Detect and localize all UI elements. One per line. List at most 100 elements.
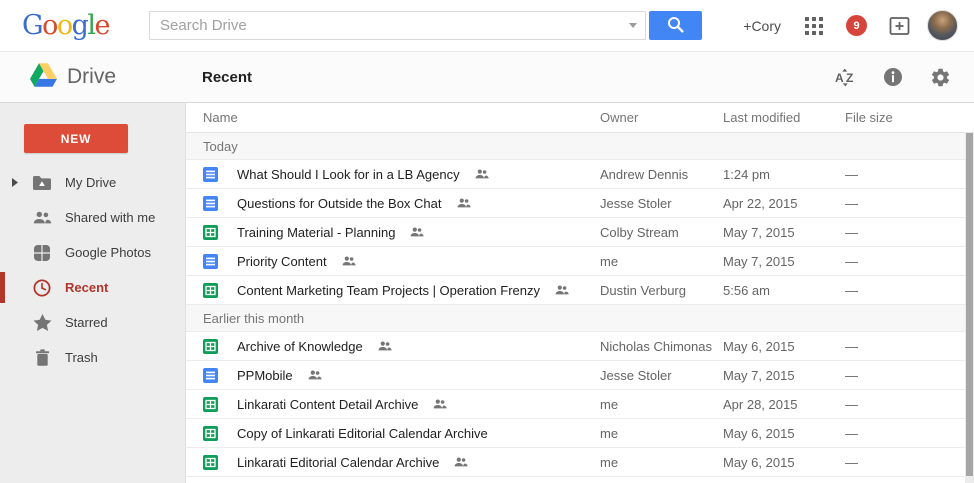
sidebar-nav: My Drive Shared with me Google Photos Recen… xyxy=(0,165,185,375)
shared-people-icon xyxy=(433,399,447,409)
file-row[interactable]: PPMobile Jesse Stoler May 7, 2015 — xyxy=(186,361,974,390)
sidebar-item-my-drive[interactable]: My Drive xyxy=(0,165,185,200)
file-size-cell: — xyxy=(845,224,858,240)
spreadsheet-icon xyxy=(203,282,218,298)
drive-logo-icon xyxy=(30,62,57,92)
expand-arrow-icon[interactable] xyxy=(12,178,18,187)
notifications-badge[interactable]: 9 xyxy=(846,15,867,36)
file-name: Archive of Knowledge xyxy=(237,338,363,354)
search-options-caret-icon[interactable] xyxy=(629,23,638,28)
spreadsheet-icon xyxy=(203,396,218,412)
file-size-cell: — xyxy=(845,396,858,412)
file-row[interactable]: Training Material - Planning Colby Stream… xyxy=(186,218,974,247)
last-modified-cell: 1:24 pm xyxy=(723,166,770,182)
sidebar-item-label: Google Photos xyxy=(65,245,152,260)
search-input[interactable] xyxy=(149,11,647,40)
last-modified-cell: 5:56 am xyxy=(723,282,770,298)
file-name: Copy of Linkarati Editorial Calendar Arc… xyxy=(237,425,488,441)
file-name: Linkarati Content Detail Archive xyxy=(237,396,419,412)
account-name-link[interactable]: +Cory xyxy=(743,18,781,34)
file-row[interactable]: Content Marketing Team Projects | Operat… xyxy=(186,276,974,305)
file-name-cell: Priority Content xyxy=(186,253,600,269)
shared-people-icon xyxy=(475,169,489,179)
logo-letter: o xyxy=(42,10,58,41)
file-row[interactable]: What Should I Look for in a LB Agency And… xyxy=(186,160,974,189)
document-icon xyxy=(203,253,218,269)
trash-icon xyxy=(32,348,52,367)
grid-view-icon[interactable] xyxy=(791,69,807,85)
profile-avatar[interactable] xyxy=(927,10,958,41)
sidebar-item-starred[interactable]: Starred xyxy=(0,305,185,340)
section-header: Earlier this month xyxy=(186,305,974,332)
settings-gear-icon[interactable] xyxy=(930,67,951,88)
spreadsheet-icon xyxy=(203,338,218,354)
file-row[interactable]: Linkarati Content Detail Archive me Apr 28… xyxy=(186,390,974,419)
file-name: Linkarati Editorial Calendar Archive xyxy=(237,454,440,470)
scrollbar-thumb[interactable] xyxy=(966,133,973,476)
sidebar-item-label: Shared with me xyxy=(65,210,156,225)
shared-people-icon xyxy=(342,256,356,266)
file-name-cell: Archive of Knowledge xyxy=(186,338,600,354)
document-icon xyxy=(203,195,218,211)
spreadsheet-icon xyxy=(203,454,218,470)
last-modified-cell: May 7, 2015 xyxy=(723,224,795,240)
file-name-cell: Questions for Outside the Box Chat xyxy=(186,195,600,211)
document-icon xyxy=(203,367,218,383)
shared-people-icon xyxy=(457,198,471,208)
spreadsheet-icon xyxy=(203,425,218,441)
file-name-cell: Content Marketing Team Projects | Operat… xyxy=(186,282,600,298)
file-name: PPMobile xyxy=(237,367,293,383)
file-list: Today What Should I Look for in a LB Agen… xyxy=(186,133,974,477)
drive-brand[interactable]: Drive xyxy=(0,62,186,92)
file-name-cell: PPMobile xyxy=(186,367,600,383)
sidebar-item-google-photos[interactable]: Google Photos xyxy=(0,235,185,270)
file-name: Content Marketing Team Projects | Operat… xyxy=(237,282,540,298)
file-size-cell: — xyxy=(845,195,858,211)
file-row[interactable]: Questions for Outside the Box Chat Jesse … xyxy=(186,189,974,218)
info-icon[interactable] xyxy=(883,67,903,87)
file-name-cell: Linkarati Content Detail Archive xyxy=(186,396,600,412)
new-button[interactable]: NEW xyxy=(24,124,128,153)
google-apps-grid-icon[interactable] xyxy=(805,16,823,35)
owner-cell: me xyxy=(600,454,619,470)
shared-people-icon xyxy=(555,285,569,295)
topbar-right: +Cory 9 xyxy=(743,10,958,41)
file-name-cell: Copy of Linkarati Editorial Calendar Arc… xyxy=(186,425,600,441)
last-modified-cell: May 7, 2015 xyxy=(723,253,795,269)
section-header: Today xyxy=(186,133,974,160)
drive-header: Drive Recent A Z xyxy=(0,52,974,103)
file-row[interactable]: Linkarati Editorial Calendar Archive me Ma… xyxy=(186,448,974,477)
logo-letter: G xyxy=(22,10,44,41)
file-row[interactable]: Archive of Knowledge Nicholas Chimonas May… xyxy=(186,332,974,361)
file-name-cell: What Should I Look for in a LB Agency xyxy=(186,166,600,182)
svg-text:Z: Z xyxy=(846,71,853,85)
file-row[interactable]: Priority Content me May 7, 2015 — xyxy=(186,247,974,276)
file-size-cell: — xyxy=(845,425,858,441)
file-size-cell: — xyxy=(845,166,858,182)
last-modified-cell: May 7, 2015 xyxy=(723,367,795,383)
sort-az-icon[interactable]: A Z xyxy=(834,68,856,87)
my-drive-folder-icon xyxy=(32,175,52,190)
column-header-name: Name xyxy=(203,110,238,125)
star-icon xyxy=(32,313,52,332)
column-header-last-modified: Last modified xyxy=(723,110,801,125)
header-toolbar: A Z xyxy=(791,67,951,88)
sidebar-item-trash[interactable]: Trash xyxy=(0,340,185,375)
search-area xyxy=(149,11,703,40)
file-size-cell: — xyxy=(845,282,858,298)
file-row[interactable]: Copy of Linkarati Editorial Calendar Arc… xyxy=(186,419,974,448)
google-photos-icon xyxy=(32,244,52,262)
search-button[interactable] xyxy=(649,11,703,40)
owner-cell: Jesse Stoler xyxy=(600,367,672,383)
document-icon xyxy=(203,166,218,182)
owner-cell: me xyxy=(600,396,619,412)
google-logo[interactable]: Google xyxy=(22,10,111,41)
sidebar-item-recent[interactable]: Recent xyxy=(0,270,185,305)
top-bar: Google +Cory 9 xyxy=(0,0,974,52)
add-photo-icon[interactable] xyxy=(889,16,910,36)
file-list-panel: Name Owner Last modified File size Today… xyxy=(186,103,974,483)
column-header-file-size: File size xyxy=(845,110,893,125)
sidebar-item-shared-with-me[interactable]: Shared with me xyxy=(0,200,185,235)
column-header-owner: Owner xyxy=(600,110,639,125)
owner-cell: Dustin Verburg xyxy=(600,282,686,298)
